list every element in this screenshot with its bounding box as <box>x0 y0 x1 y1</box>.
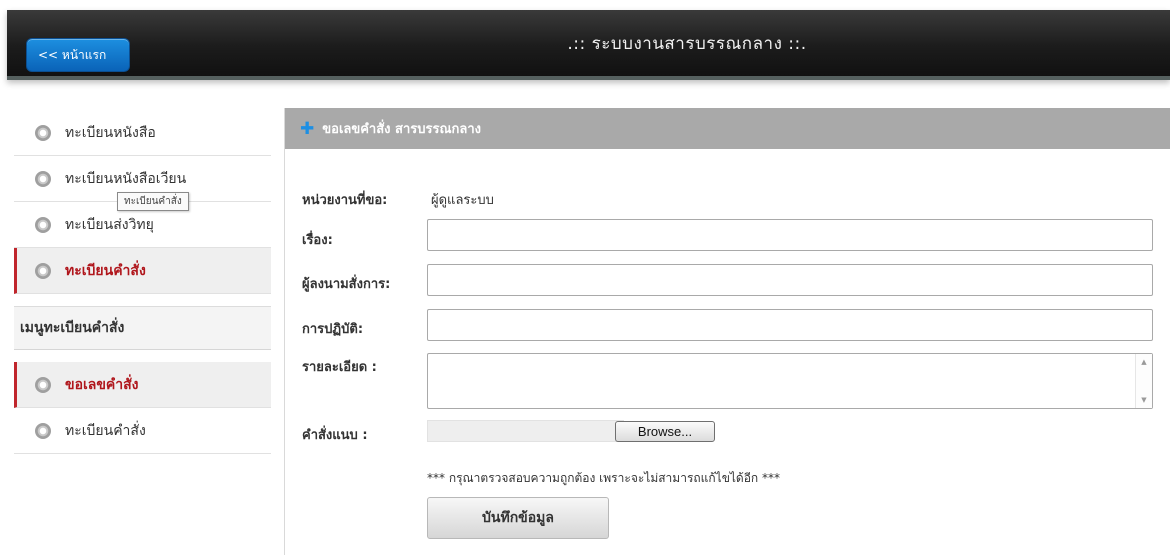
save-button[interactable]: บันทึกข้อมูล <box>427 497 609 539</box>
subject-input[interactable] <box>427 219 1153 251</box>
sidebar-item-label: ทะเบียนส่งวิทยุ <box>65 216 154 233</box>
sidebar-item-label: ทะเบียนหนังสือเวียน <box>65 170 187 187</box>
sidebar-item-label: ทะเบียนหนังสือ <box>65 124 156 141</box>
warning-text: *** กรุณาตรวจสอบความถูกต้อง เพราะจะไม่สา… <box>427 471 781 485</box>
detail-label: รายละเอียด : <box>302 360 377 375</box>
radio-bullet-icon <box>35 422 51 439</box>
app-title: .:: ระบบงานสารบรรณกลาง ::. <box>567 34 807 54</box>
submenu-header: เมนูทะเบียนคำสั่ง <box>14 306 271 350</box>
radio-bullet-icon <box>35 124 51 141</box>
plus-icon: ✚ <box>300 118 315 139</box>
subject-label: เรื่อง: <box>302 233 333 248</box>
scroll-up-icon[interactable]: ▲ <box>1136 358 1152 366</box>
sidebar-item-order-list[interactable]: ทะเบียนคำสั่ง <box>14 408 271 454</box>
content-divider <box>284 108 285 555</box>
sidebar-item-label: ทะเบียนคำสั่ง <box>65 262 146 279</box>
detail-textarea[interactable]: ▲ ▼ <box>427 353 1153 409</box>
action-label: การปฏิบัติ: <box>302 322 364 337</box>
top-header: << หน้าแรก .:: ระบบงานสารบรรณกลาง ::. <box>7 10 1170 80</box>
requester-value: ผู้ดูแลระบบ <box>431 193 494 208</box>
file-path-field[interactable] <box>427 420 624 442</box>
panel-title: ขอเลขคำสั่ง สารบรรณกลาง <box>322 122 482 137</box>
attach-label: คำสั่งแนบ : <box>302 428 368 443</box>
sidebar-item-book-registry[interactable]: ทะเบียนหนังสือ <box>14 110 271 156</box>
signer-label: ผู้ลงนามสั่งการ: <box>302 277 391 292</box>
browse-button[interactable]: Browse... <box>615 421 715 442</box>
tooltip: ทะเบียนคำสั่ง <box>117 192 189 211</box>
panel-header: ✚ ขอเลขคำสั่ง สารบรรณกลาง <box>285 108 1170 149</box>
sidebar-item-label: ทะเบียนคำสั่ง <box>65 422 146 439</box>
sidebar-item-order-registry[interactable]: ทะเบียนคำสั่ง <box>14 248 271 294</box>
radio-bullet-icon <box>35 262 51 279</box>
sidebar-item-label: ขอเลขคำสั่ง <box>65 376 139 393</box>
sidebar: ทะเบียนหนังสือ ทะเบียนหนังสือเวียน ทะเบี… <box>14 110 271 454</box>
textarea-scrollbar[interactable]: ▲ ▼ <box>1135 354 1152 408</box>
radio-bullet-icon <box>35 170 51 187</box>
action-input[interactable] <box>427 309 1153 341</box>
signer-input[interactable] <box>427 264 1153 296</box>
home-button[interactable]: << หน้าแรก <box>26 38 130 72</box>
radio-bullet-icon <box>35 376 51 393</box>
sidebar-item-request-order-number[interactable]: ขอเลขคำสั่ง <box>14 362 271 408</box>
requester-label: หน่วยงานที่ขอ: <box>302 193 388 208</box>
radio-bullet-icon <box>35 216 51 233</box>
scroll-down-icon[interactable]: ▼ <box>1136 396 1152 404</box>
